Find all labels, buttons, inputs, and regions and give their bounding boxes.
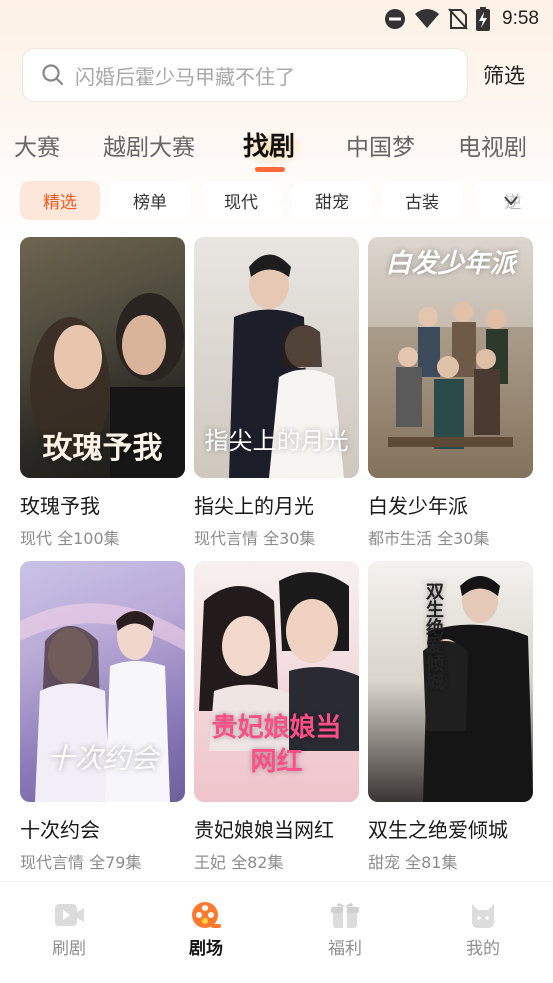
chip-ni[interactable]: 逆 <box>473 181 553 220</box>
filter-button[interactable]: 筛选 <box>483 60 525 90</box>
poster-title: 指尖上的月光 <box>204 427 349 455</box>
drama-meta: 甜宠 全81集 <box>368 853 458 872</box>
drama-card[interactable]: 贵妃娘娘当网红 贵妃娘娘当网红 王妃 全82集 <box>194 561 359 873</box>
filter-chips: 精选 榜单 现代 甜宠 古装 逆 <box>0 181 553 221</box>
active-tab-indicator <box>255 167 285 172</box>
poster-title: 白发少年派 <box>385 249 516 279</box>
chevron-down-icon <box>504 196 518 206</box>
chip-tianchong[interactable]: 甜宠 <box>292 181 372 220</box>
drama-title: 玫瑰予我 <box>20 494 100 518</box>
no-sim-icon <box>448 8 468 30</box>
nav-label: 福利 <box>328 939 362 959</box>
poster-title: 双生绝爱倾城 <box>423 582 444 690</box>
tab-zhaoju[interactable]: 找剧 <box>243 126 295 163</box>
bottom-nav: 刷剧 剧场 福利 我的 <box>0 881 553 983</box>
video-icon <box>55 904 84 926</box>
nav-juchang[interactable]: 剧场 <box>166 900 246 959</box>
drama-card[interactable]: 玫瑰予我 玫瑰予我 现代 全100集 <box>20 237 185 549</box>
drama-meta: 王妃 全82集 <box>194 853 284 872</box>
drama-card[interactable]: 指尖上的月光 指尖上的月光 现代言情 全30集 <box>194 237 359 549</box>
drama-poster[interactable]: 白发少年派 <box>368 237 533 478</box>
chip-xiandai[interactable]: 现代 <box>201 181 281 220</box>
drama-card[interactable]: 双生绝爱倾城 双生之绝爱倾城 甜宠 全81集 <box>368 561 533 873</box>
drama-poster[interactable]: 十次约会 <box>20 561 185 802</box>
film-reel-icon <box>192 902 221 928</box>
drama-title: 白发少年派 <box>368 494 468 518</box>
drama-card[interactable]: 十次约会 十次约会 现代言情 全79集 <box>20 561 185 873</box>
gift-icon <box>331 903 359 928</box>
nav-label: 我的 <box>466 939 500 959</box>
chip-bangdan[interactable]: 榜单 <box>110 181 190 220</box>
tab-zhongguomeng[interactable]: 中国梦 <box>346 128 415 162</box>
poster-title: 玫瑰予我 <box>42 431 163 466</box>
tab-yueju-dasai[interactable]: 越剧大赛 <box>103 128 195 162</box>
drama-title: 指尖上的月光 <box>194 494 314 518</box>
drama-poster[interactable]: 双生绝爱倾城 <box>368 561 533 802</box>
search-row: 闪婚后霍少马甲藏不住了 筛选 <box>22 48 542 102</box>
battery-charging-icon <box>476 7 491 31</box>
profile-icon <box>472 904 494 928</box>
status-bar: 9:58 <box>0 0 553 38</box>
category-tabs: 大赛 越剧大赛 找剧 中国梦 电视剧 <box>0 120 553 176</box>
poster-title: 十次约会 <box>46 742 159 775</box>
tab-dianshiju[interactable]: 电视剧 <box>458 128 527 162</box>
wifi-icon <box>415 9 440 28</box>
drama-poster[interactable]: 指尖上的月光 <box>194 237 359 478</box>
drama-title: 十次约会 <box>20 818 100 842</box>
nav-label: 刷剧 <box>52 939 86 959</box>
chip-guzhuang[interactable]: 古装 <box>382 181 462 220</box>
search-icon <box>42 64 64 86</box>
drama-title: 双生之绝爱倾城 <box>368 818 508 842</box>
drama-poster[interactable]: 玫瑰予我 <box>20 237 185 478</box>
drama-title: 贵妃娘娘当网红 <box>194 818 334 842</box>
drama-card[interactable]: 白发少年派 白发少年派 都市生活 全30集 <box>368 237 533 549</box>
chip-jingxuan[interactable]: 精选 <box>20 181 100 220</box>
nav-fuli[interactable]: 福利 <box>305 900 385 959</box>
drama-meta: 都市生活 全30集 <box>368 529 490 548</box>
search-input[interactable]: 闪婚后霍少马甲藏不住了 <box>22 48 468 102</box>
status-time: 9:58 <box>502 8 539 29</box>
do-not-disturb-icon <box>385 9 406 29</box>
poster-title: 贵妃娘娘当网红 <box>211 713 342 777</box>
drama-meta: 现代言情 全30集 <box>194 529 316 548</box>
nav-label: 剧场 <box>189 939 223 959</box>
search-placeholder: 闪婚后霍少马甲藏不住了 <box>75 64 295 89</box>
drama-meta: 现代 全100集 <box>20 529 120 548</box>
nav-shuaju[interactable]: 刷剧 <box>29 900 109 959</box>
drama-meta: 现代言情 全79集 <box>20 853 142 872</box>
drama-poster[interactable]: 贵妃娘娘当网红 <box>194 561 359 802</box>
nav-wode[interactable]: 我的 <box>443 900 523 959</box>
tab-dasai[interactable]: 大赛 <box>14 128 60 162</box>
